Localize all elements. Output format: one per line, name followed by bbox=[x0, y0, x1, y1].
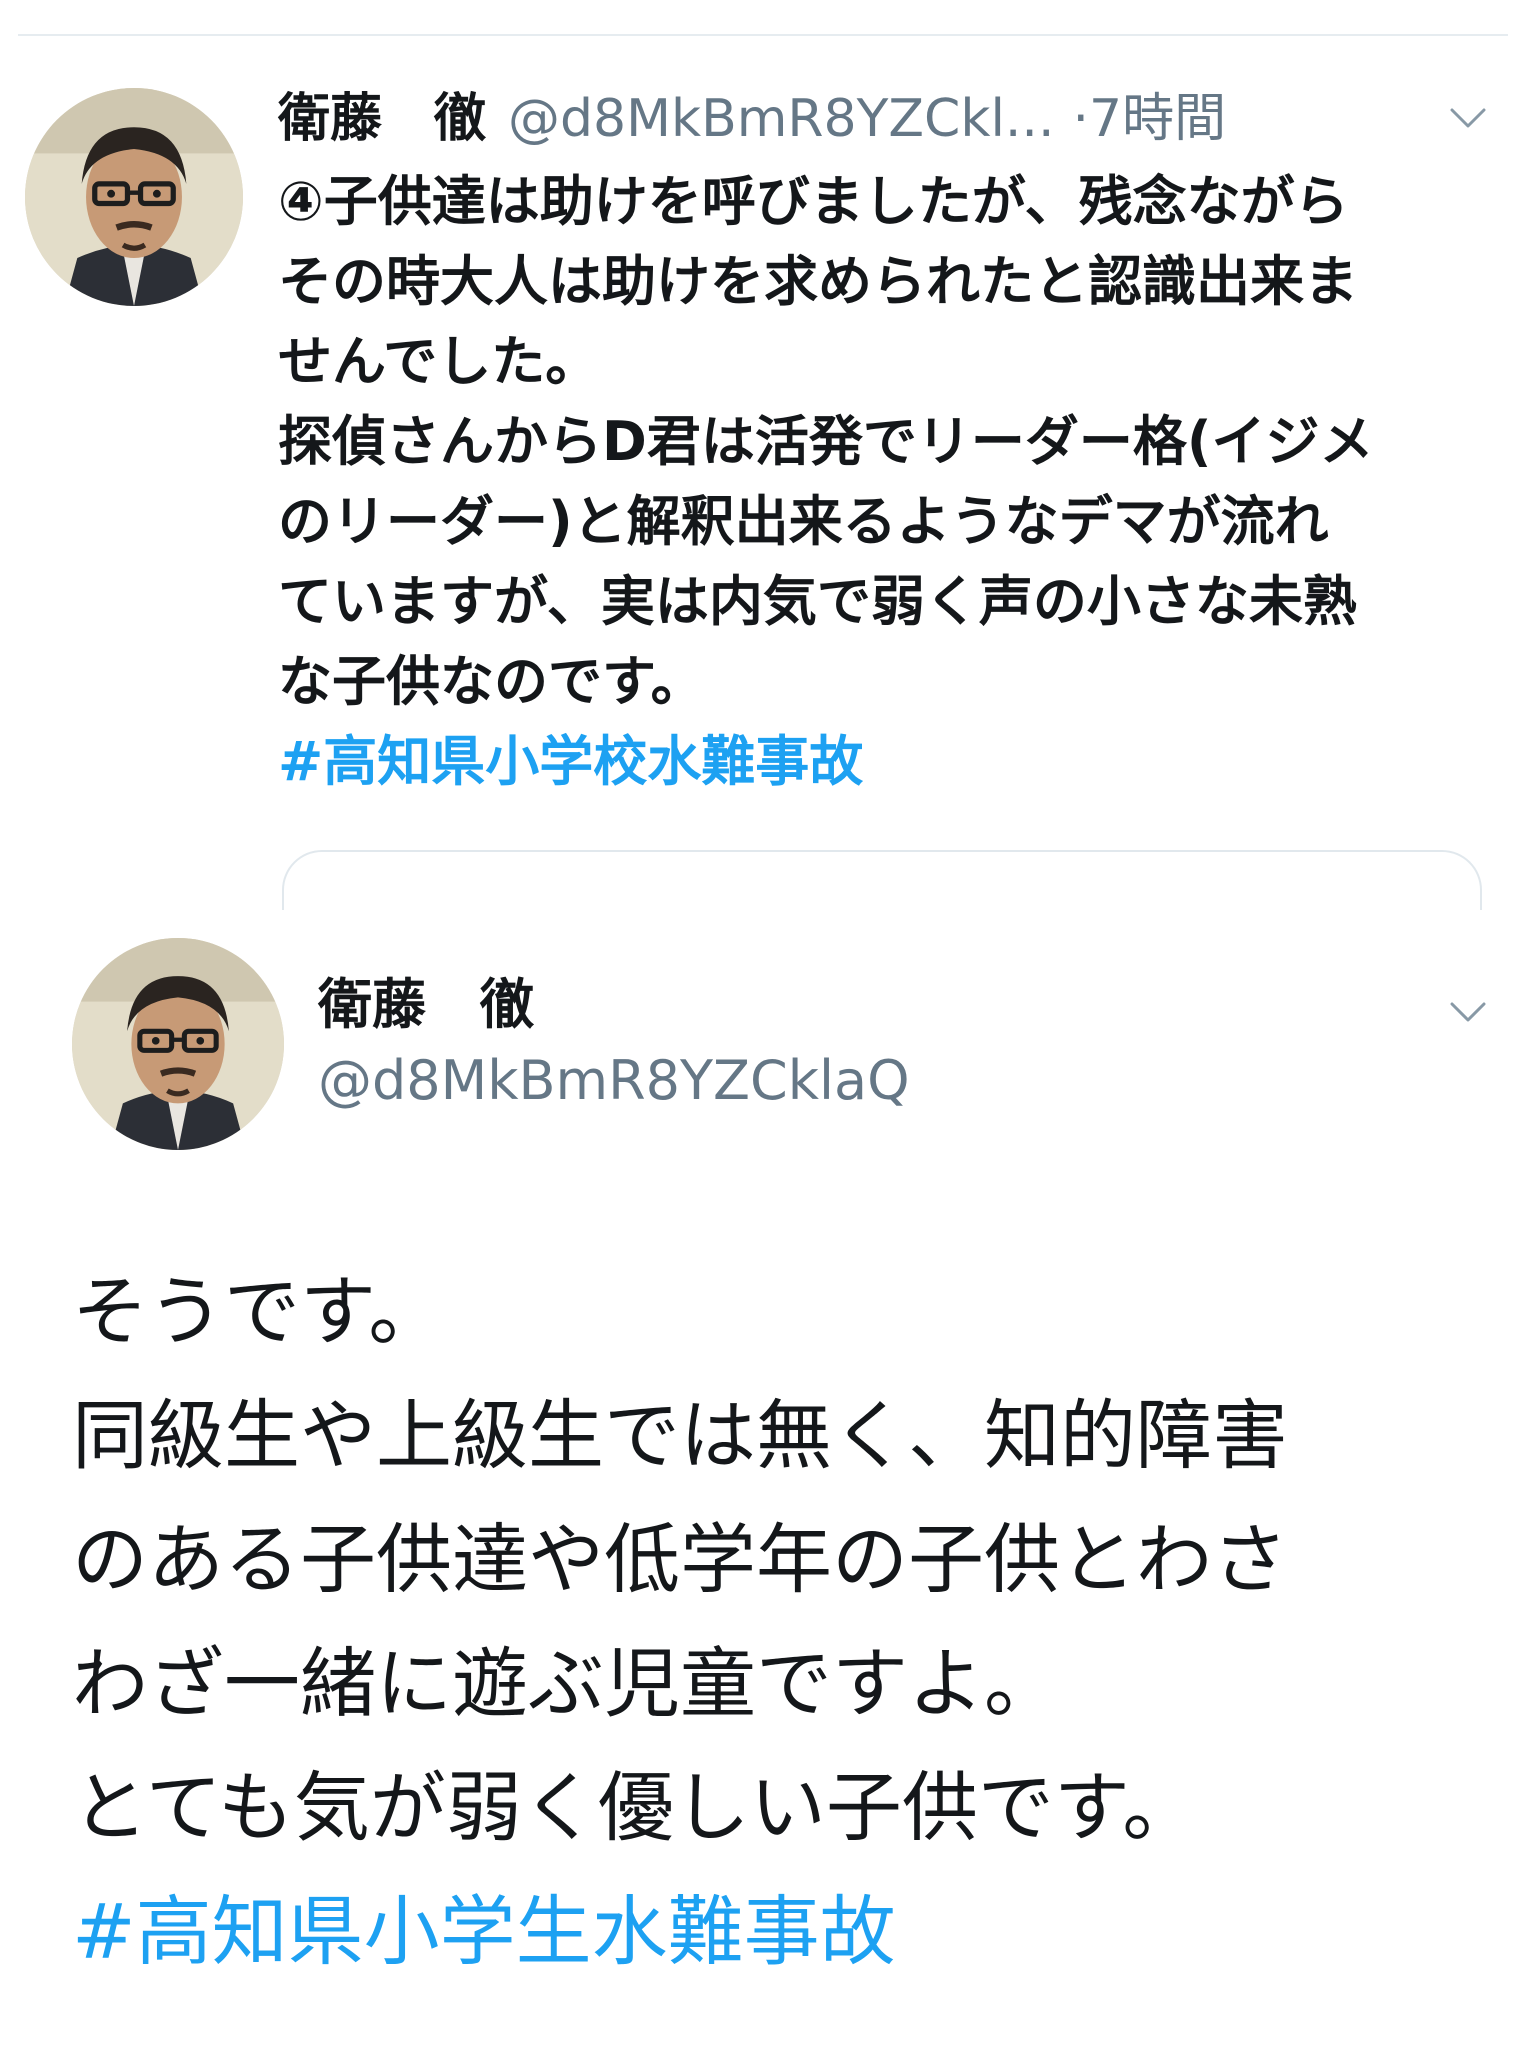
main-tweet-handle[interactable]: @d8MkBmR8YZCklaQ bbox=[318, 1048, 910, 1114]
parent-tweet-handle[interactable]: @d8MkBmR8YZCkl... bbox=[508, 89, 1054, 149]
parent-tweet-line: 探偵さんからD君は活発でリーダー格(イジメ bbox=[278, 410, 1374, 473]
main-tweet-text: そうです。 同級生や上級生では無く、知的障害 のある子供達や低学年の子供とわさ … bbox=[72, 1250, 1492, 1994]
parent-tweet-menu-chevron-down-icon[interactable] bbox=[1448, 106, 1488, 132]
parent-tweet-display-name[interactable]: 衛藤 徹 bbox=[278, 89, 486, 149]
parent-tweet-timestamp[interactable]: ·7時間 bbox=[1072, 89, 1226, 149]
quoted-card-edge bbox=[282, 850, 1482, 910]
parent-tweet[interactable]: 衛藤 徹 @d8MkBmR8YZCkl... ·7時間 ④子供達は助けを呼びましたが… bbox=[0, 0, 1536, 910]
parent-tweet-line: な子供なのです。 bbox=[278, 650, 705, 713]
main-tweet-line: とても気が弱く優しい子供です。 bbox=[72, 1763, 1199, 1852]
parent-tweet-line: のリーダー)と解釈出来るようなデマが流れ bbox=[278, 490, 1329, 553]
main-tweet-line: 同級生や上級生では無く、知的障害 bbox=[72, 1391, 1288, 1480]
main-tweet-hashtag-link[interactable]: #高知県小学生水難事故 bbox=[72, 1887, 896, 1976]
parent-tweet-text: ④子供達は助けを呼びましたが、残念ながら その時大人は助けを求められたと認識出来… bbox=[278, 162, 1488, 802]
parent-tweet-line: ④子供達は助けを呼びましたが、残念ながら bbox=[278, 170, 1349, 233]
main-tweet-line: わざ一緒に遊ぶ児童ですよ。 bbox=[72, 1639, 1060, 1728]
parent-tweet-hashtag-link[interactable]: #高知県小学校水難事故 bbox=[278, 730, 863, 793]
parent-tweet-header: 衛藤 徹 @d8MkBmR8YZCkl... ·7時間 bbox=[278, 86, 1418, 152]
main-tweet-menu-chevron-down-icon[interactable] bbox=[1448, 1000, 1488, 1026]
parent-tweet-avatar[interactable] bbox=[25, 88, 243, 306]
user-avatar-icon bbox=[25, 88, 243, 306]
main-tweet-display-name[interactable]: 衛藤 徹 bbox=[318, 972, 534, 1038]
parent-tweet-line: その時大人は助けを求められたと認識出来ま bbox=[278, 250, 1358, 313]
user-avatar-icon bbox=[72, 938, 284, 1150]
main-tweet-line: そうです。 bbox=[72, 1267, 445, 1356]
main-tweet-line: のある子供達や低学年の子供とわさ bbox=[72, 1515, 1288, 1604]
parent-tweet-line: ていますが、実は内気で弱く声の小さな未熟 bbox=[278, 570, 1357, 633]
parent-tweet-line: せんでした。 bbox=[278, 330, 600, 393]
main-tweet-avatar[interactable] bbox=[72, 938, 284, 1150]
